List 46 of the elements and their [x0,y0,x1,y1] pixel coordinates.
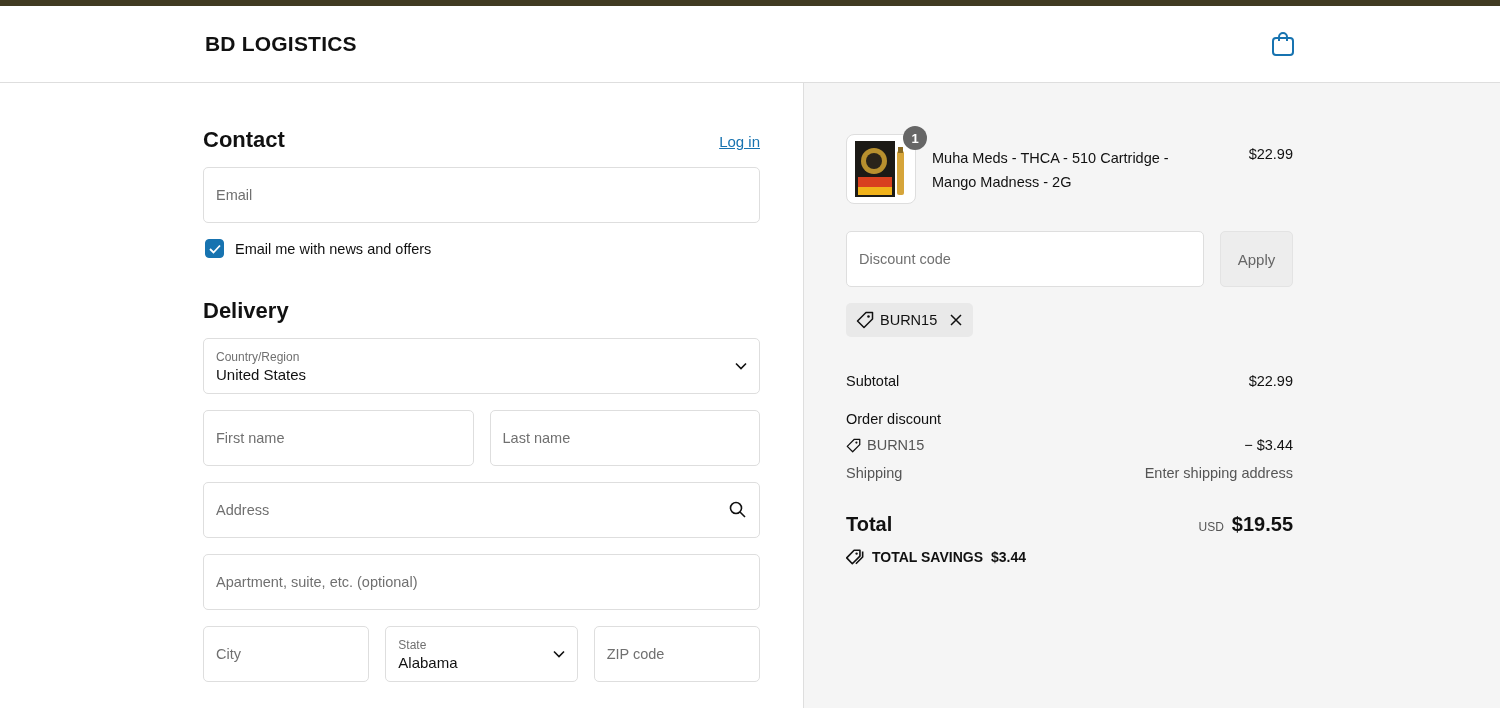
field-label: State [398,637,428,652]
quantity-badge: 1 [903,126,927,150]
product-price: $22.99 [1248,146,1293,162]
input-field[interactable]: City [203,626,370,682]
discount-code: BURN15 [867,437,925,453]
chevron-down-icon [552,650,565,658]
check-icon [208,243,221,254]
apply-button[interactable]: Apply [1220,231,1293,287]
summary-value: Enter shipping address [1144,465,1293,481]
shopping-bag-icon[interactable] [1271,31,1295,57]
product-name: Muha Meds - THCA - 510 Cartridge - Mango Madness - 2G [932,149,1170,192]
login-link[interactable]: Log in [719,133,760,150]
tag-icon [856,311,874,329]
savings-label: TOTAL SAVINGS [872,549,983,565]
savings-amount: $3.44 [991,549,1027,565]
store-logo[interactable]: BD LOGISTICS [205,32,357,56]
field-label: Country/Region [216,349,301,364]
input-field[interactable]: Address [203,482,760,538]
summary-value: − $3.44 [1244,437,1293,453]
field-value: Alabama [398,653,458,671]
tag-icon [846,437,861,453]
section-heading: Delivery [203,298,289,324]
total-amount: $19.55 [1231,513,1293,536]
input-field[interactable]: Email [203,167,760,223]
input-field[interactable]: Last name [489,410,760,466]
field-value: United States [216,365,307,383]
summary-value: $22.99 [1248,373,1293,389]
input-field[interactable]: First name [203,410,474,466]
dropdown-field[interactable]: Country/Region United States [203,338,760,394]
summary-label: Order discount [846,411,942,427]
chevron-down-icon [735,362,747,370]
total-label: Total [846,513,893,536]
discount-field[interactable]: Discount code [846,231,1204,287]
close-icon[interactable] [949,313,964,327]
summary-label: Shipping [846,465,903,481]
input-field[interactable]: Apartment, suite, etc. (optional) [203,554,760,610]
input-field[interactable]: ZIP code [593,626,760,682]
currency-code: USD [1198,520,1224,534]
dropdown-field[interactable]: State Alabama [385,626,578,682]
summary-label: Subtotal [846,373,900,389]
discount-code: BURN15 [880,312,938,328]
tags-icon [846,548,864,566]
section-heading: Contact [203,127,285,153]
checkbox-label: Email me with news and offers [235,240,432,257]
search-icon [729,501,746,518]
checkbox[interactable] [205,239,224,258]
